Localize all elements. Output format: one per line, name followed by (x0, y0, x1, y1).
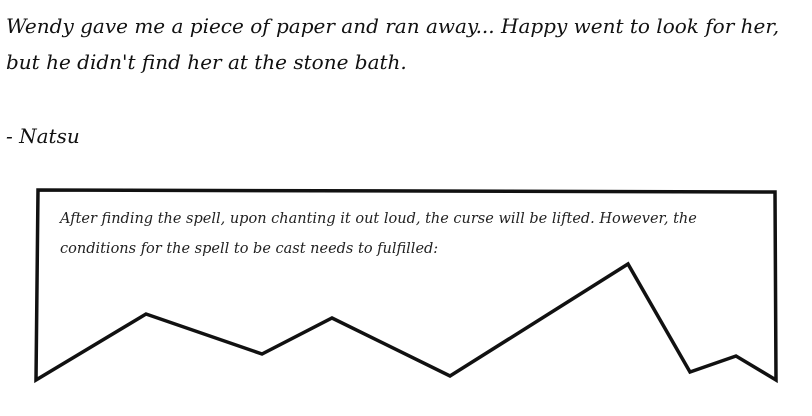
signature: - Natsu (6, 124, 80, 148)
paper-text: After finding the spell, upon chanting i… (60, 211, 697, 257)
torn-paper: After finding the spell, upon chanting i… (0, 180, 812, 416)
note-text: Wendy gave me a piece of paper and ran a… (6, 14, 780, 74)
